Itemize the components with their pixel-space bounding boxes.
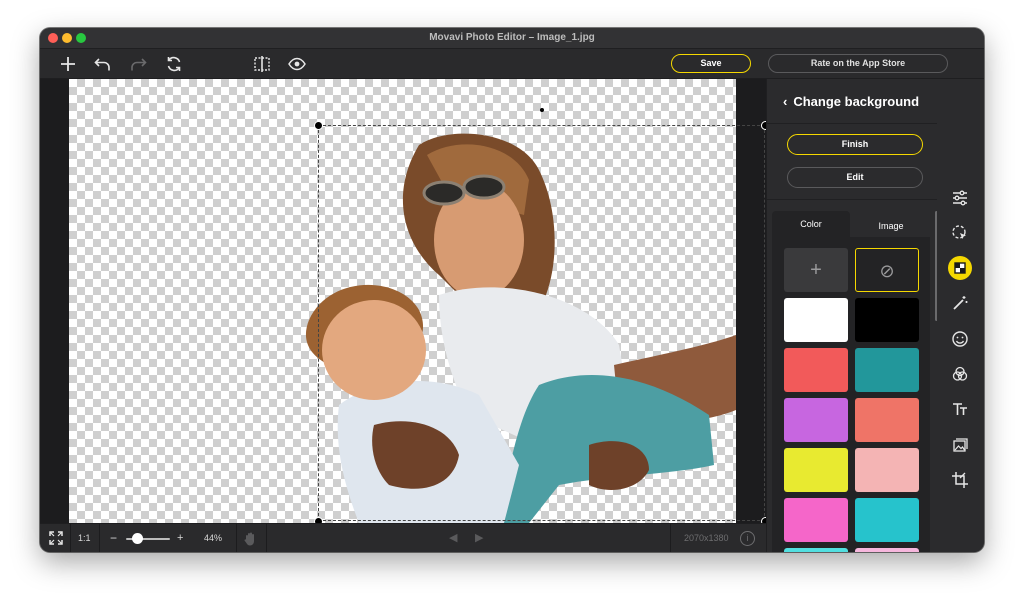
swatch-black[interactable] xyxy=(855,298,919,342)
info-icon[interactable]: i xyxy=(740,531,755,546)
zoom-percent: 44% xyxy=(204,524,222,552)
swatch-cyan[interactable] xyxy=(855,498,919,542)
app-window: Movavi Photo Editor – Image_1.jpg Save R… xyxy=(40,28,984,552)
text-icon[interactable] xyxy=(948,397,972,421)
swatch-white[interactable] xyxy=(784,298,848,342)
change-background-icon[interactable] xyxy=(948,256,972,280)
swatch-hot-pink[interactable] xyxy=(784,498,848,542)
finish-button[interactable]: Finish xyxy=(787,134,923,155)
resize-handle-top-left[interactable] xyxy=(314,121,323,130)
swatch-add-color[interactable]: + xyxy=(784,248,848,292)
background-tabs: Color Image +⊘ xyxy=(772,211,930,552)
tab-color[interactable]: Color xyxy=(772,211,850,237)
title-bar: Movavi Photo Editor – Image_1.jpg xyxy=(40,28,984,49)
edit-button[interactable]: Edit xyxy=(787,167,923,188)
add-icon[interactable] xyxy=(58,54,78,74)
compare-icon[interactable] xyxy=(252,54,272,74)
undo-icon[interactable] xyxy=(93,54,113,74)
zoom-slider-knob[interactable] xyxy=(132,533,143,544)
tool-rail xyxy=(937,79,984,552)
rotate-handle[interactable] xyxy=(540,108,544,112)
filters-icon[interactable] xyxy=(948,362,972,386)
color-swatch-grid: +⊘ xyxy=(772,237,930,552)
back-chevron-icon[interactable]: ‹ xyxy=(783,94,787,109)
swatch-teal[interactable] xyxy=(855,348,919,392)
transparent-background xyxy=(69,79,736,523)
next-image-icon[interactable]: ▶ xyxy=(475,524,483,552)
reset-icon[interactable] xyxy=(164,54,184,74)
zoom-in-icon[interactable]: + xyxy=(177,524,183,552)
top-toolbar: Save Rate on the App Store xyxy=(40,49,984,79)
face-retouch-icon[interactable] xyxy=(948,327,972,351)
swatch-light-pink[interactable] xyxy=(855,448,919,492)
fit-to-screen-icon[interactable] xyxy=(48,530,64,547)
actual-size-button[interactable]: 1:1 xyxy=(78,524,91,552)
swatch-no-color[interactable]: ⊘ xyxy=(855,248,919,292)
change-background-panel: ‹ Change background Finish Edit Color Ima… xyxy=(766,79,937,552)
add-color-icon: + xyxy=(784,248,848,292)
canvas-area[interactable] xyxy=(40,79,766,523)
image-dimensions: 2070x1380 xyxy=(684,524,729,552)
selection-frame[interactable] xyxy=(318,125,765,521)
select-object-icon[interactable] xyxy=(948,221,972,245)
insert-image-icon[interactable] xyxy=(948,433,972,457)
pan-hand-icon[interactable] xyxy=(243,531,257,546)
bottom-bar: 1:1 − + 44% ◀ ▶ 2070x1380 i xyxy=(40,523,766,552)
window-title: Movavi Photo Editor – Image_1.jpg xyxy=(40,32,984,43)
swatch-pale-pink[interactable] xyxy=(855,548,919,552)
adjust-sliders-icon[interactable] xyxy=(948,186,972,210)
preview-eye-icon[interactable] xyxy=(287,54,307,74)
magic-wand-icon[interactable] xyxy=(948,291,972,315)
save-button[interactable]: Save xyxy=(671,54,751,73)
previous-image-icon[interactable]: ◀ xyxy=(449,524,457,552)
swatch-aqua[interactable] xyxy=(784,548,848,552)
crop-icon[interactable] xyxy=(948,468,972,492)
swatch-lime-yellow[interactable] xyxy=(784,448,848,492)
swatch-coral-red[interactable] xyxy=(784,348,848,392)
panel-header[interactable]: ‹ Change background xyxy=(783,94,919,109)
swatch-salmon[interactable] xyxy=(855,398,919,442)
no-color-icon: ⊘ xyxy=(856,249,918,291)
rate-app-store-button[interactable]: Rate on the App Store xyxy=(768,54,948,73)
redo-icon[interactable] xyxy=(128,54,148,74)
tab-image[interactable]: Image xyxy=(852,211,930,237)
swatch-purple[interactable] xyxy=(784,398,848,442)
zoom-out-icon[interactable]: − xyxy=(110,524,117,552)
panel-title: Change background xyxy=(793,94,919,109)
